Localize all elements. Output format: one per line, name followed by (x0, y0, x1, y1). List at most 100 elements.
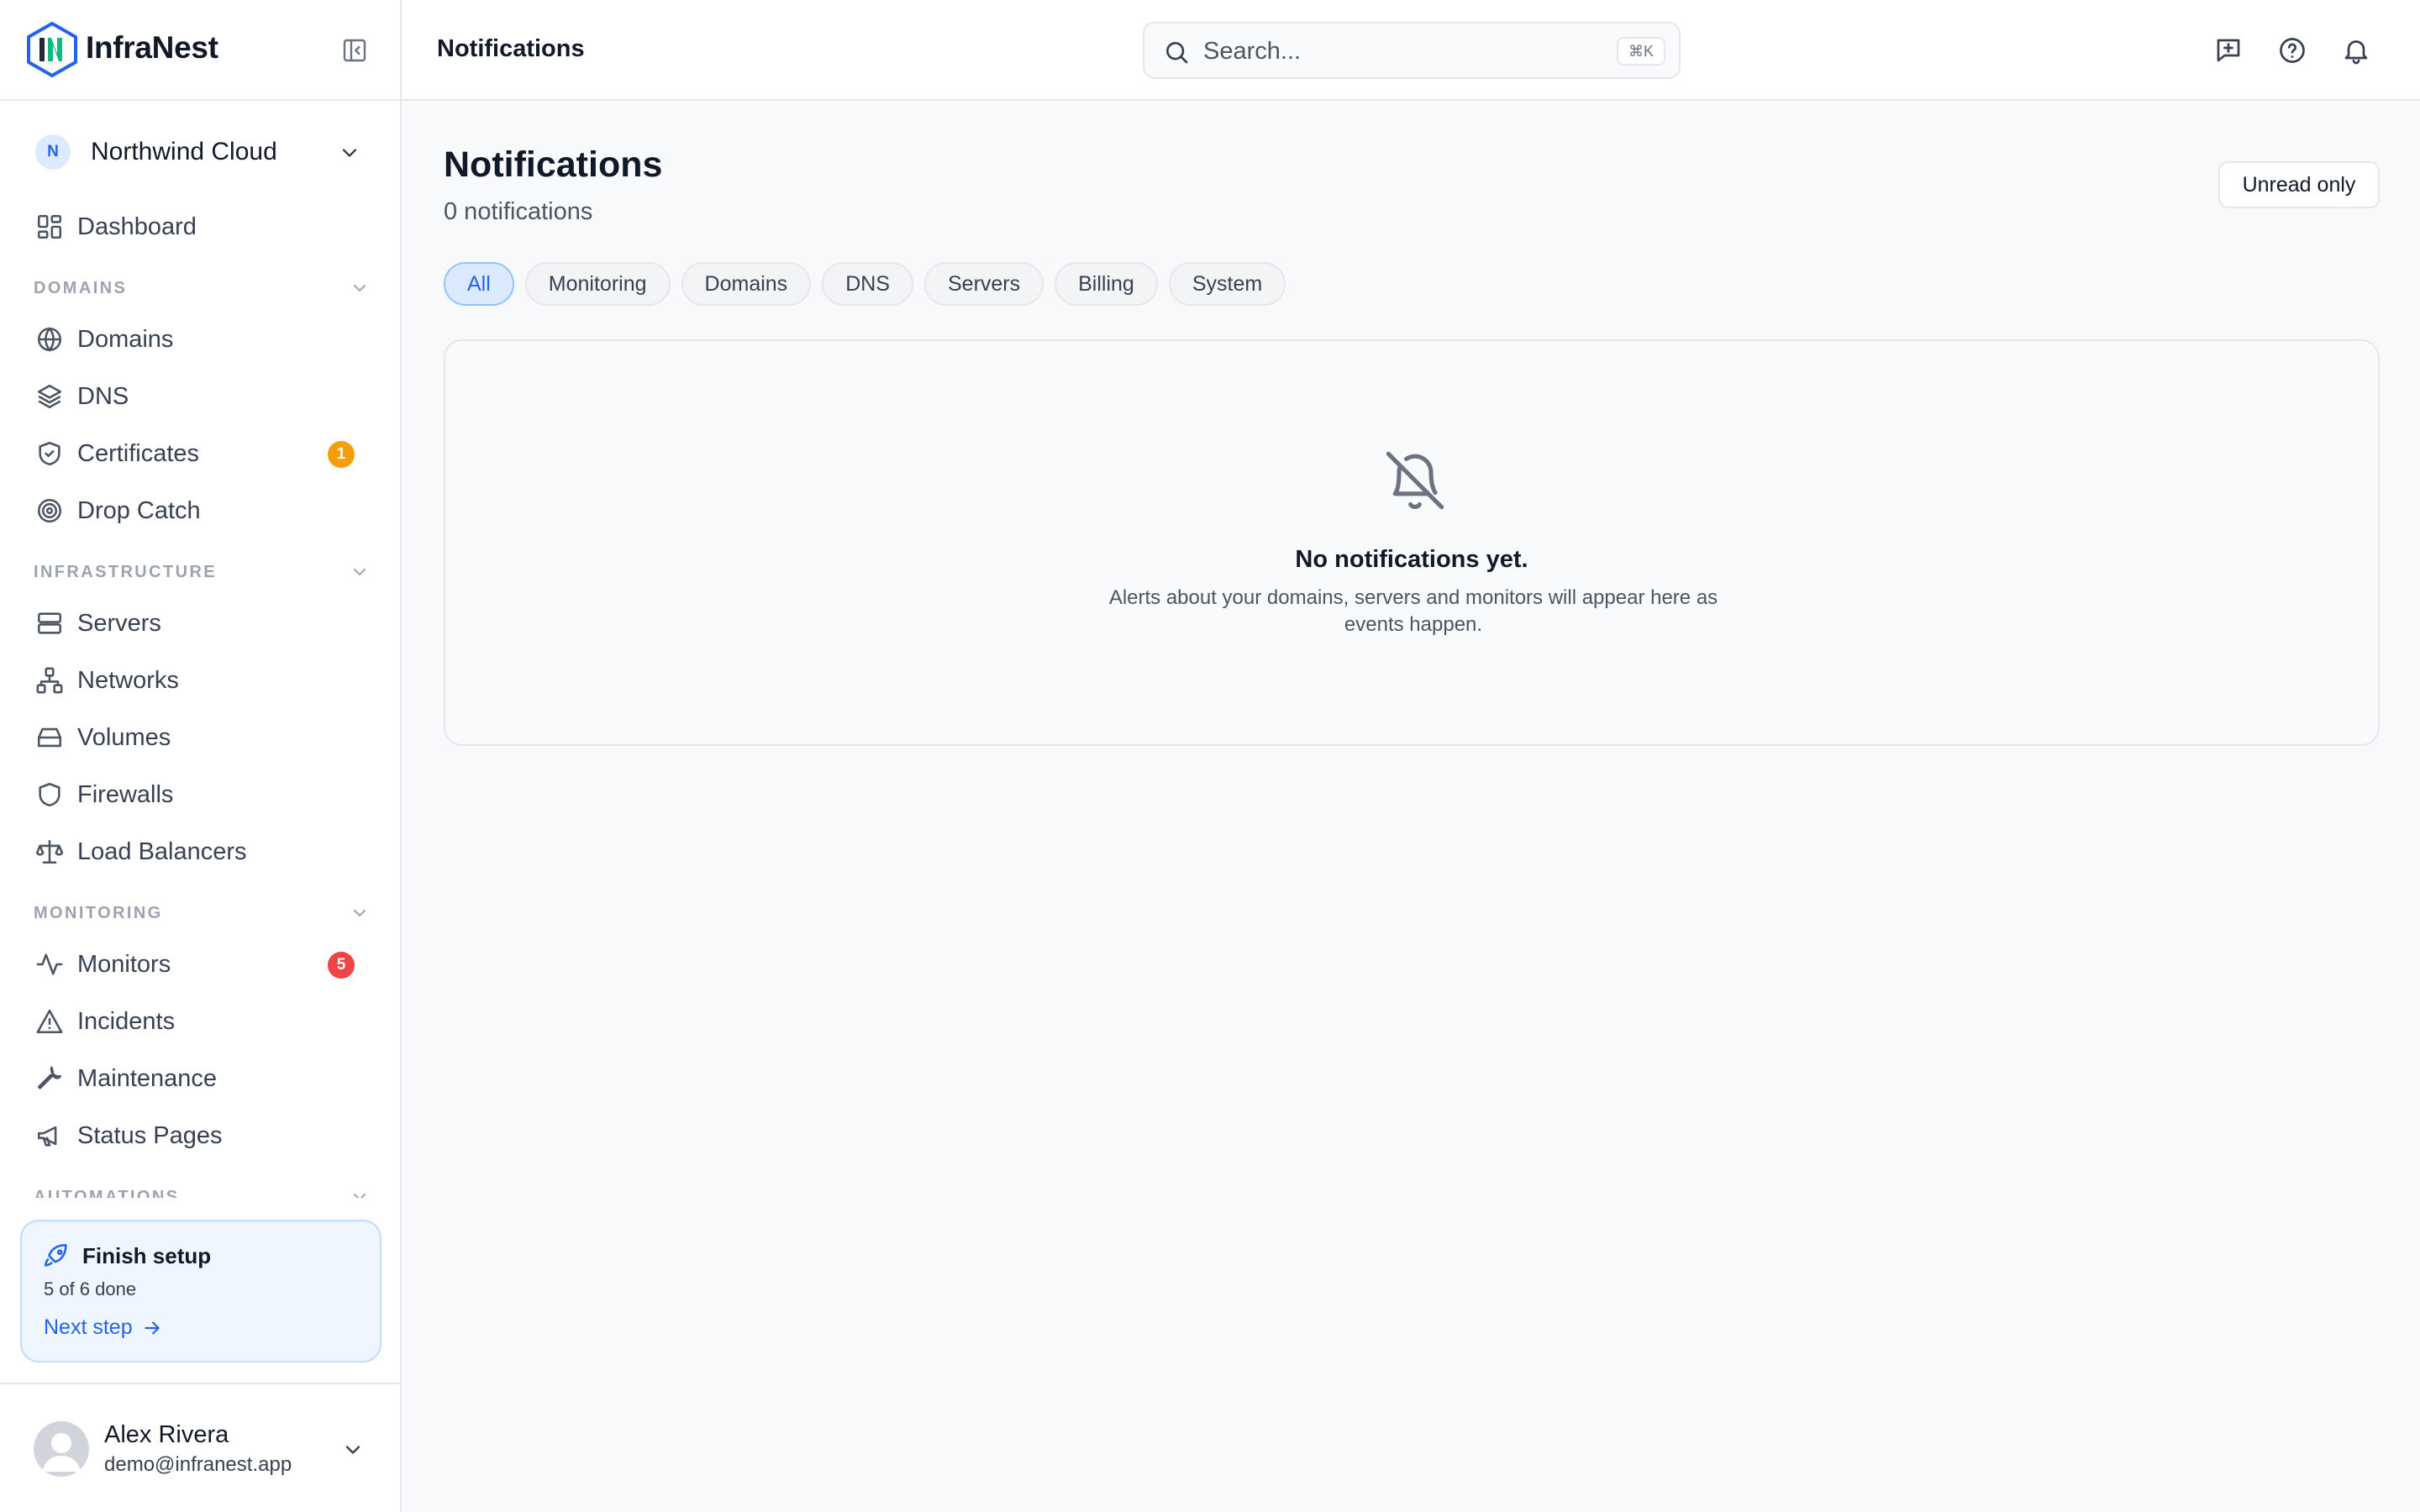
filter-chip-billing[interactable]: Billing (1055, 262, 1158, 306)
user-email: demo@infranest.app (104, 1453, 292, 1476)
empty-state-card: No notifications yet. Alerts about your … (444, 339, 2380, 746)
sidebar-item-label: Servers (77, 609, 161, 637)
wrench-icon (37, 1066, 62, 1089)
user-name: Alex Rivera (104, 1421, 229, 1448)
sidebar-item-label: Monitors (77, 950, 171, 978)
empty-state-title: No notifications yet. (1295, 546, 1528, 573)
search-shortcut: ⌘K (1617, 37, 1666, 66)
sidebar-item-label: Incidents (77, 1007, 176, 1035)
workspace-switcher[interactable]: N Northwind Cloud (34, 133, 370, 171)
chevron-down-icon (354, 285, 366, 292)
page-title: Notifications (437, 35, 585, 62)
sidebar-item-servers[interactable]: Servers (24, 600, 376, 647)
section-label: DOMAINS (34, 278, 128, 297)
shield-icon (39, 782, 60, 807)
sidebar-item-label: Certificates (77, 439, 200, 467)
finish-setup-card: Finish setup 5 of 6 done Next step (20, 1220, 381, 1362)
dashboard-icon (37, 214, 62, 239)
section-toggle-monitoring[interactable]: MONITORING (34, 900, 370, 926)
chevron-down-icon[interactable] (341, 1438, 365, 1462)
sidebar-item-domains[interactable]: Domains (24, 316, 376, 363)
sidebar-item-drop-catch[interactable]: Drop Catch (24, 487, 376, 534)
chevron-down-icon (342, 149, 357, 157)
globe-icon (37, 327, 62, 352)
section-toggle-automations[interactable]: AUTOMATIONS (34, 1184, 370, 1198)
sidebar-item-maintenance[interactable]: Maintenance (24, 1055, 376, 1102)
sidebar-item-dns[interactable]: DNS (24, 373, 376, 420)
filter-chip-servers[interactable]: Servers (923, 262, 1044, 306)
sidebar-item-status-pages[interactable]: Status Pages (24, 1112, 376, 1159)
workspace-avatar: N (35, 134, 71, 170)
sidebar-item-label: Networks (77, 666, 179, 694)
certificates-badge: 1 (328, 441, 355, 468)
sidebar-item-dashboard[interactable]: Dashboard (24, 203, 376, 250)
filter-chip-domains[interactable]: Domains (681, 262, 812, 306)
bell-icon[interactable] (2341, 35, 2371, 66)
chevron-down-icon (354, 1194, 366, 1198)
avatar (34, 1421, 89, 1477)
search-input[interactable] (1203, 34, 1598, 69)
notifications-count: 0 notifications (444, 198, 593, 225)
sidebar-item-label: Domains (77, 325, 174, 353)
sidebar-item-label: Dashboard (77, 213, 197, 240)
section-label: AUTOMATIONS (34, 1187, 180, 1199)
sidebar-item-label: Drop Catch (77, 496, 201, 524)
shield-check-icon (39, 441, 60, 466)
sidebar-item-label: Maintenance (77, 1064, 218, 1092)
chevron-down-icon (354, 910, 366, 917)
sidebar: InfraNest N Northwind Cloud Dashboard DO… (0, 0, 402, 1512)
filter-chip-dns[interactable]: DNS (822, 262, 913, 306)
sidebar-item-volumes[interactable]: Volumes (24, 714, 376, 761)
search-icon (1166, 42, 1188, 64)
chevron-down-icon (354, 569, 366, 576)
user-menu[interactable]: Alex Rivera demo@infranest.app (0, 1383, 400, 1512)
scale-icon (35, 839, 64, 864)
sidebar-item-networks[interactable]: Networks (24, 657, 376, 704)
alert-triangle-icon (36, 1009, 63, 1034)
next-step-link[interactable]: Next step (44, 1315, 163, 1340)
section-toggle-domains[interactable]: DOMAINS (34, 276, 370, 301)
help-icon[interactable] (2277, 35, 2307, 66)
unread-only-button[interactable]: Unread only (2218, 161, 2380, 208)
section-label: MONITORING (34, 903, 163, 922)
filter-chip-system[interactable]: System (1168, 262, 1286, 306)
infranest-logo (27, 22, 77, 77)
sidebar-item-label: Volumes (77, 723, 171, 751)
sidebar-item-incidents[interactable]: Incidents (24, 998, 376, 1045)
rocket-icon (44, 1243, 67, 1267)
setup-title: Finish setup (82, 1243, 212, 1268)
sidebar-collapse-icon[interactable] (341, 37, 368, 64)
server-icon (37, 612, 62, 634)
activity-icon (36, 953, 63, 975)
sidebar-item-monitors[interactable]: Monitors 5 (24, 941, 376, 988)
section-toggle-infrastructure[interactable]: INFRASTRUCTURE (34, 559, 370, 585)
arrow-right-icon (144, 1320, 160, 1335)
megaphone-icon (37, 1126, 57, 1147)
filter-chips: All Monitoring Domains DNS Servers Billi… (444, 262, 1286, 306)
network-icon (36, 667, 63, 694)
brand-name: InfraNest (86, 30, 218, 65)
sidebar-item-label: Firewalls (77, 780, 174, 808)
feedback-icon[interactable] (2213, 35, 2244, 66)
setup-progress: 5 of 6 done (44, 1278, 137, 1299)
target-icon (37, 498, 62, 523)
workspace-name: Northwind Cloud (91, 138, 277, 165)
sidebar-item-label: Load Balancers (77, 837, 247, 865)
layers-icon (37, 384, 62, 409)
sidebar-item-label: DNS (77, 382, 129, 410)
search-box[interactable]: ⌘K (1143, 22, 1681, 79)
sidebar-item-label: Status Pages (77, 1121, 223, 1149)
filter-chip-all[interactable]: All (444, 262, 514, 306)
filter-chip-monitoring[interactable]: Monitoring (524, 262, 671, 306)
top-bar: Notifications ⌘K (402, 0, 2420, 101)
sidebar-item-certificates[interactable]: Certificates 1 (24, 430, 376, 477)
sidebar-item-firewalls[interactable]: Firewalls (24, 771, 376, 818)
next-step-label: Next step (44, 1315, 133, 1339)
notifications-heading: Notifications (444, 144, 663, 185)
empty-state-description: Alerts about your domains, servers and m… (1108, 586, 1718, 636)
sidebar-item-load-balancers[interactable]: Load Balancers (24, 828, 376, 875)
monitors-badge: 5 (328, 952, 355, 979)
hard-drive-icon (37, 727, 62, 748)
bell-off-icon (1386, 451, 1444, 510)
sidebar-nav[interactable]: Dashboard DOMAINS Domains DNS Certificat… (0, 198, 400, 1198)
